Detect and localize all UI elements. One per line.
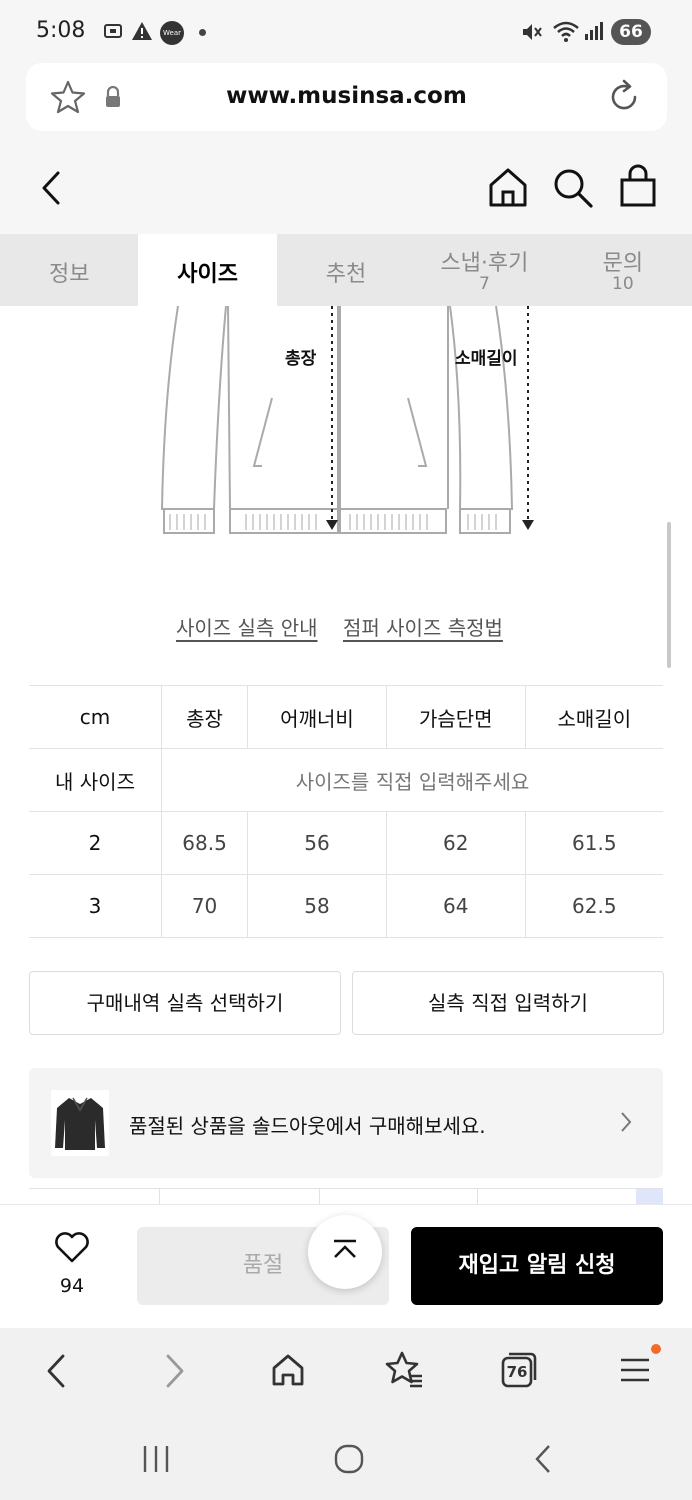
home-icon[interactable] <box>487 166 529 212</box>
scrollbar[interactable] <box>667 522 671 668</box>
table-cell: 62 <box>385 811 526 875</box>
product-tabs: 정보 사이즈 추천 스냅·후기 7 문의 10 <box>0 234 692 306</box>
direct-input-size-button[interactable]: 실측 직접 입력하기 <box>352 971 664 1035</box>
table-cell: 58 <box>247 874 387 938</box>
search-icon[interactable] <box>552 167 594 213</box>
wifi-icon <box>552 20 580 49</box>
browser-toolbar: 76 <box>0 1328 692 1414</box>
table-cell: 62.5 <box>524 874 663 938</box>
system-back-icon[interactable] <box>533 1444 553 1478</box>
tab-recommend[interactable]: 추천 <box>277 234 415 306</box>
screenshot-icon <box>102 20 124 47</box>
tab-count: 10 <box>612 274 634 294</box>
next-section-peek <box>29 1188 663 1205</box>
table-row: 3 70 58 64 62.5 <box>29 874 663 938</box>
product-thumbnail-icon <box>51 1090 109 1156</box>
purchase-action-bar: 94 품절 재입고 알림 신청 <box>0 1204 692 1329</box>
tab-label: 스냅·후기 <box>440 251 529 276</box>
table-header-cell: 가슴단면 <box>385 685 526 749</box>
heart-icon[interactable] <box>54 1231 90 1267</box>
measure-method-link[interactable]: 점퍼 사이즈 측정법 <box>343 612 503 641</box>
scroll-top-icon <box>334 1239 356 1258</box>
browser-forward-icon[interactable] <box>163 1353 187 1393</box>
table-header-cell: 총장 <box>160 685 248 749</box>
top-navigation <box>0 140 692 234</box>
size-table: cm 총장 어깨너비 가슴단면 소매길이 내 사이즈 사이즈를 직접 입력해주세… <box>29 685 663 938</box>
tab-label: 추천 <box>325 262 367 287</box>
signal-icon <box>584 20 604 47</box>
menu-notification-dot <box>651 1344 661 1354</box>
table-row: 2 68.5 56 62 61.5 <box>29 811 663 875</box>
table-header-cell: cm <box>29 685 162 749</box>
browser-back-icon[interactable] <box>44 1353 68 1393</box>
notification-dot-icon <box>199 29 206 36</box>
jacket-measurement-diagram <box>160 306 534 534</box>
tabs-button[interactable]: 76 <box>501 1352 537 1388</box>
wear-app-icon: Wear <box>160 21 184 45</box>
mute-icon <box>520 20 544 49</box>
menu-icon[interactable] <box>619 1356 651 1388</box>
browser-home-icon[interactable] <box>270 1352 306 1392</box>
scroll-top-button[interactable] <box>308 1215 382 1289</box>
tab-size[interactable]: 사이즈 <box>138 234 277 306</box>
soldout-banner[interactable]: 품절된 상품을 솔드아웃에서 구매해보세요. <box>29 1068 663 1178</box>
tab-count: 7 <box>479 274 490 294</box>
table-cell: 61.5 <box>524 811 663 875</box>
tab-label: 정보 <box>48 262 90 287</box>
label-sleeve-length: 소매길이 <box>455 349 518 369</box>
size-cell: 2 <box>29 811 162 875</box>
my-size-prompt[interactable]: 사이즈를 직접 입력해주세요 <box>161 748 663 812</box>
like-count: 94 <box>59 1275 85 1297</box>
url-bar[interactable]: www.musinsa.com <box>26 63 667 131</box>
system-navigation-bar <box>0 1414 692 1500</box>
table-cell: 56 <box>247 811 387 875</box>
my-size-label: 내 사이즈 <box>29 748 162 812</box>
reload-icon[interactable] <box>606 79 642 119</box>
tab-snap-review[interactable]: 스냅·후기 7 <box>415 234 553 306</box>
soldout-banner-text: 품절된 상품을 솔드아웃에서 구매해보세요. <box>129 1114 486 1138</box>
tab-label: 문의 <box>602 251 644 276</box>
battery-indicator: 66 <box>611 19 651 45</box>
restock-alert-button[interactable]: 재입고 알림 신청 <box>411 1227 663 1305</box>
tab-info[interactable]: 정보 <box>0 234 138 306</box>
table-cell: 70 <box>160 874 248 938</box>
cart-bag-icon[interactable] <box>618 164 658 212</box>
alert-icon <box>131 20 153 47</box>
back-icon[interactable] <box>38 170 64 210</box>
table-header-cell: 어깨너비 <box>247 685 387 749</box>
tab-inquiry[interactable]: 문의 10 <box>554 234 692 306</box>
size-guide-link[interactable]: 사이즈 실측 안내 <box>176 612 318 641</box>
size-content: 총장 소매길이 사이즈 실측 안내 점퍼 사이즈 측정법 cm 총장 어깨너비 … <box>0 306 692 1205</box>
label-total-length: 총장 <box>285 349 317 369</box>
my-size-row[interactable]: 내 사이즈 사이즈를 직접 입력해주세요 <box>29 748 663 812</box>
table-header-cell: 소매길이 <box>524 685 663 749</box>
status-bar: 5:08 Wear 66 <box>0 0 692 62</box>
select-purchase-size-button[interactable]: 구매내역 실측 선택하기 <box>29 971 341 1035</box>
status-time: 5:08 <box>36 18 86 43</box>
table-header-row: cm 총장 어깨너비 가슴단면 소매길이 <box>29 685 663 749</box>
home-circle-icon[interactable] <box>334 1444 364 1478</box>
chevron-right-icon <box>619 1110 633 1138</box>
recent-apps-icon[interactable] <box>141 1444 171 1478</box>
url-text[interactable]: www.musinsa.com <box>26 83 667 109</box>
size-cell: 3 <box>29 874 162 938</box>
tab-label: 사이즈 <box>177 262 238 287</box>
tab-count-label: 76 <box>506 1363 528 1381</box>
bookmarks-icon[interactable] <box>384 1350 424 1392</box>
table-cell: 64 <box>385 874 526 938</box>
table-cell: 68.5 <box>160 811 248 875</box>
